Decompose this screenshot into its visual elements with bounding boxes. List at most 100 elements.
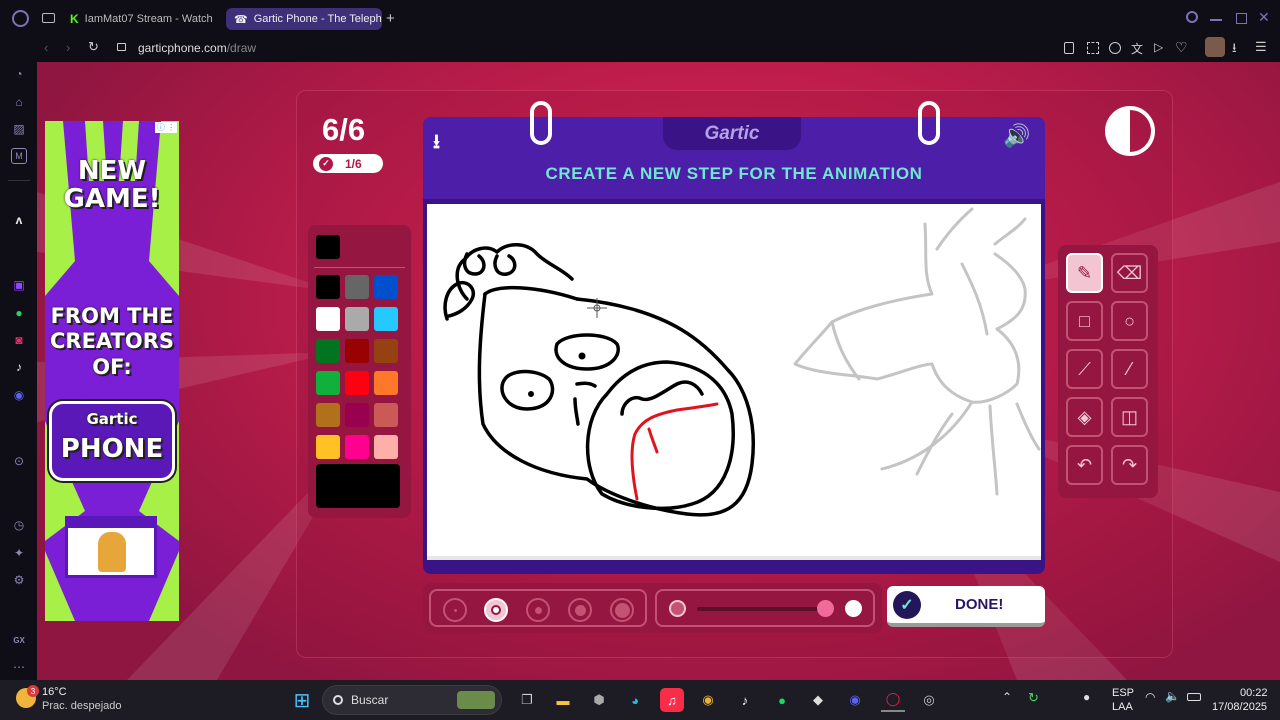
theme-toggle-icon[interactable] (1105, 106, 1155, 156)
extensions-icon[interactable]: ✦ (11, 545, 27, 561)
menu-icon[interactable]: ☰ (1255, 39, 1267, 55)
color-swatch[interactable] (316, 371, 340, 395)
file-explorer-icon[interactable]: ▬ (551, 688, 575, 712)
color-swatch[interactable] (345, 403, 369, 427)
roblox-icon[interactable]: ◆ (806, 688, 830, 712)
back-icon[interactable]: ‹ (44, 40, 48, 55)
color-swatch[interactable] (316, 339, 340, 363)
tab-workspaces-icon[interactable] (42, 13, 55, 23)
adblock-icon[interactable] (1109, 42, 1121, 54)
aria-icon[interactable]: ◔ (11, 66, 27, 82)
sync-icon[interactable]: ↻ (1028, 690, 1039, 706)
line-tool[interactable]: ⟋ (1066, 349, 1103, 389)
color-swatch[interactable] (316, 435, 340, 459)
tab-kick-stream[interactable]: K IamMat07 Stream - Watch (62, 8, 214, 30)
close-button[interactable]: ✕ (1258, 9, 1270, 26)
language-lang[interactable]: ESP (1112, 687, 1134, 699)
easy-setup-icon[interactable]: ▨ (11, 121, 27, 137)
weather-temp[interactable]: 16°C (42, 686, 67, 698)
brush-size-2[interactable] (484, 598, 508, 622)
whatsapp-icon[interactable]: ● (11, 305, 27, 321)
color-swatch[interactable] (374, 307, 398, 331)
battery-icon[interactable] (1187, 693, 1201, 701)
drawing-canvas[interactable] (427, 204, 1041, 556)
pin-icon[interactable] (1064, 42, 1074, 54)
discord-icon[interactable]: ◉ (11, 387, 27, 403)
brush-size-3[interactable] (526, 598, 550, 622)
custom-color-button[interactable] (316, 464, 400, 508)
chrome-icon[interactable]: ◉ (696, 688, 720, 712)
brush-size-4[interactable] (568, 598, 592, 622)
twitch-icon[interactable]: ▣ (11, 277, 27, 293)
color-swatch[interactable] (374, 435, 398, 459)
minimize-button[interactable] (1210, 19, 1222, 21)
ad-banner[interactable]: ⓘ ⋮ NEW GAME! FROM THE CREATORS OF: Gart… (45, 121, 179, 621)
search-tabs-icon[interactable] (1186, 11, 1198, 23)
redo-button[interactable]: ↷ (1111, 445, 1148, 485)
undo-button[interactable]: ↶ (1066, 445, 1103, 485)
kick-sidebar-icon[interactable]: ʌ (11, 212, 27, 228)
settings-icon[interactable]: ⚙ (11, 572, 27, 588)
language-layout[interactable]: LAA (1112, 701, 1133, 713)
3d-app-icon[interactable]: ⬢ (587, 688, 611, 712)
obs-icon[interactable]: ◎ (917, 688, 941, 712)
ad-info-icon[interactable]: ⓘ ⋮ (155, 122, 177, 133)
rectangle-tool[interactable]: □ (1066, 301, 1103, 341)
instagram-icon[interactable]: ◙ (11, 332, 27, 348)
profile-avatar[interactable] (1205, 37, 1225, 57)
tiktok-icon[interactable]: ♪ (11, 359, 27, 375)
heart-icon[interactable]: ♡ (1175, 39, 1188, 56)
eyedropper-tool[interactable]: ⁄ (1111, 349, 1148, 389)
color-swatch[interactable] (316, 275, 340, 299)
color-swatch[interactable] (345, 339, 369, 363)
color-swatch[interactable] (345, 371, 369, 395)
opacity-slider-thumb[interactable] (817, 600, 834, 617)
volume-icon[interactable]: 🔈 (1165, 689, 1180, 703)
wifi-icon[interactable]: ◠ (1145, 690, 1155, 704)
pen-tool[interactable]: ✎ (1066, 253, 1103, 293)
download-icon[interactable]: ⭳ (1232, 39, 1237, 61)
opera-gx-taskbar-icon[interactable]: ◯ (881, 688, 905, 712)
windows-start-icon[interactable]: ⊞ (290, 688, 314, 712)
spotify-icon[interactable]: ● (770, 688, 794, 712)
history-icon[interactable]: ◷ (11, 517, 27, 533)
microphone-icon[interactable]: ● (1083, 690, 1090, 704)
new-tab-button[interactable]: + (386, 10, 395, 27)
forward-icon[interactable]: › (66, 40, 70, 55)
color-swatch[interactable] (316, 403, 340, 427)
color-swatch[interactable] (374, 371, 398, 395)
color-swatch[interactable] (345, 435, 369, 459)
play-icon[interactable]: ▷ (1154, 40, 1163, 54)
crypto-wallet-icon[interactable]: ⌂ (11, 94, 27, 110)
color-swatch[interactable] (316, 307, 340, 331)
tab-gartic-phone[interactable]: ☎ Gartic Phone - The Teleph (226, 8, 382, 30)
color-swatch[interactable] (374, 403, 398, 427)
gx-corner-icon[interactable]: GX (11, 632, 27, 648)
color-swatch[interactable] (345, 275, 369, 299)
taskbar-search[interactable]: Buscar (322, 685, 502, 715)
snapshot-icon[interactable] (1087, 42, 1099, 54)
tiktok-taskbar-icon[interactable]: ♪ (733, 688, 757, 712)
translate-icon[interactable]: 文 (1131, 40, 1143, 57)
fill-tool[interactable]: ◈ (1066, 397, 1103, 437)
url-field[interactable]: garticphone.com/draw (138, 41, 256, 55)
maximize-button[interactable] (1236, 13, 1247, 24)
show-hidden-icons[interactable]: ⌃ (1002, 690, 1012, 704)
clock-date[interactable]: 17/08/2025 (1212, 701, 1267, 713)
opera-logo-icon[interactable] (12, 10, 29, 27)
brush-size-5[interactable] (610, 598, 634, 622)
more-icon[interactable]: ⋯ (11, 659, 27, 675)
download-drawing-icon[interactable]: ⭳ (433, 127, 440, 161)
weather-desc[interactable]: Prac. despejado (42, 700, 122, 712)
brush-size-1[interactable] (443, 598, 467, 622)
done-button[interactable]: ✓ DONE! (887, 586, 1045, 627)
sound-icon[interactable]: 🔊 (1003, 123, 1030, 149)
messenger-icon[interactable]: M (11, 148, 27, 164)
color-swatch[interactable] (374, 275, 398, 299)
music-app-icon[interactable]: ♫ (660, 688, 684, 712)
opacity-slider-track[interactable] (697, 607, 827, 611)
reload-icon[interactable]: ↻ (88, 39, 99, 55)
discord-taskbar-icon[interactable]: ◉ (843, 688, 867, 712)
edge-icon[interactable]: ◕ (623, 688, 647, 712)
clear-layer-tool[interactable]: ◫ (1111, 397, 1148, 437)
